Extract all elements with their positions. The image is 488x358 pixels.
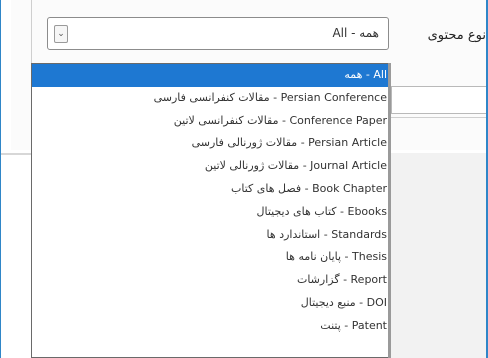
secondary-input[interactable] bbox=[391, 86, 486, 114]
window-frame: نوع محتوی All - همه ⌄ All - همه Persian … bbox=[0, 0, 488, 358]
option-item[interactable]: Standards - استاندارد ها bbox=[32, 224, 389, 247]
option-item[interactable]: Persian Conference - مقالات کنفرانسی فار… bbox=[32, 87, 389, 110]
dropdown-scrollbar[interactable] bbox=[388, 63, 391, 358]
option-item[interactable]: All - همه bbox=[32, 64, 389, 87]
option-item[interactable]: Persian Article - مقالات ژورنالی فارسی bbox=[32, 132, 389, 155]
content-area bbox=[386, 153, 486, 358]
option-item[interactable]: DOI - منبع دیجیتال bbox=[32, 292, 389, 315]
option-item[interactable]: Journal Article - مقالات ژورنالی لاتین bbox=[32, 155, 389, 178]
option-item[interactable]: Ebooks - کتاب های دیجیتال bbox=[32, 201, 389, 224]
option-item[interactable]: Conference Paper - مقالات کنفرانسی لاتین bbox=[32, 110, 389, 133]
option-item[interactable]: Patent - پتنت bbox=[32, 315, 389, 338]
content-type-label: نوع محتوی bbox=[427, 28, 486, 43]
content-type-select[interactable]: All - همه ⌄ bbox=[47, 17, 389, 50]
option-item[interactable]: Report - گزارشات bbox=[32, 269, 389, 292]
content-type-selected-value: All - همه bbox=[332, 26, 379, 40]
chevron-down-icon[interactable]: ⌄ bbox=[54, 25, 68, 43]
content-type-options[interactable]: All - همه Persian Conference - مقالات کن… bbox=[31, 63, 390, 358]
option-item[interactable]: Thesis - پایان نامه ها bbox=[32, 246, 389, 269]
option-item[interactable]: Book Chapter - فصل های کتاب bbox=[32, 178, 389, 201]
